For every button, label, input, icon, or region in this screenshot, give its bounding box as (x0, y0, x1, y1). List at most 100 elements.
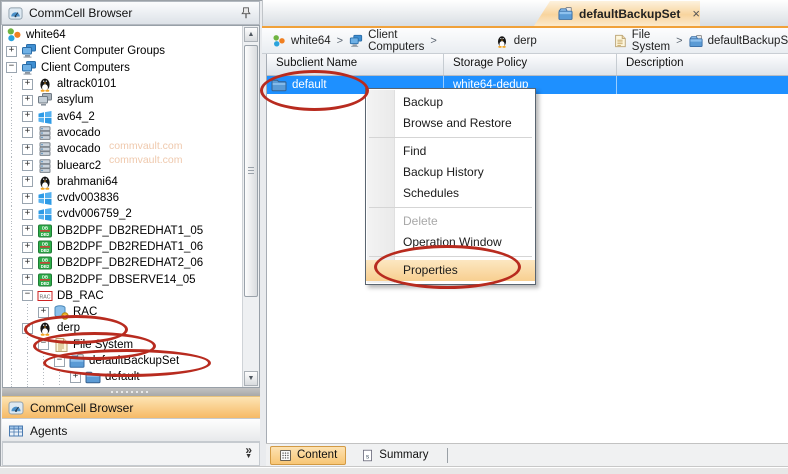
tree-guide-line (22, 353, 38, 369)
context-menu: BackupBrowse and Restore FindBackup Histo… (365, 88, 536, 285)
tree-item-db2dpf-dbserve14-05[interactable]: +DBDB2DB2DPF_DBSERVE14_05 (3, 271, 242, 287)
tree-item-rac[interactable]: + RAC (3, 304, 242, 320)
pin-icon[interactable] (239, 6, 253, 20)
collapse-icon[interactable]: − (22, 290, 33, 301)
tree-item-label: DB2DPF_DB2REDHAT2_06 (57, 257, 203, 269)
panel-overflow-area: » ▼ (2, 442, 260, 466)
column-header-description[interactable]: Description (617, 54, 788, 75)
tree-item-av64-2[interactable]: +av64_2 (3, 108, 242, 124)
breadcrumb-label: File System (632, 29, 670, 53)
collapse-icon[interactable]: − (6, 62, 17, 73)
breadcrumb-item-file-system[interactable]: File System (613, 29, 670, 53)
db2-icon: DBDB2 (37, 255, 53, 271)
tree-item-db2dpf-db2redhat1-06[interactable]: +DBDB2DB2DPF_DB2REDHAT1_06 (3, 239, 242, 255)
collapse-icon[interactable]: − (22, 323, 33, 334)
tree-item-file-system[interactable]: +File System (3, 386, 242, 387)
expand-icon[interactable]: + (22, 79, 33, 90)
tree-item-db2dpf-db2redhat2-06[interactable]: + DBDB2 DB2DPF_DB2REDHAT2_06 (3, 255, 242, 271)
tree-item-label: avocado (57, 143, 100, 155)
backupset-icon (558, 6, 573, 21)
view-tab-summary[interactable]: sSummary (352, 446, 437, 465)
tree-rows: white64 + Client Computer Groups −Client Co… (3, 27, 242, 387)
menu-item-operation-window[interactable]: Operation Window (366, 232, 535, 253)
menu-item-backup-history[interactable]: Backup History (366, 162, 535, 183)
expand-icon[interactable]: + (22, 127, 33, 138)
expand-icon[interactable]: + (22, 274, 33, 285)
breadcrumb-item-white64[interactable]: white64 (272, 34, 331, 48)
scrollbar-thumb[interactable] (244, 45, 258, 297)
expand-icon[interactable]: + (22, 209, 33, 220)
tree-guide-line (6, 76, 22, 92)
tree-item-label: Client Computer Groups (41, 45, 165, 57)
nav-button-commcell-browser[interactable]: CommCell Browser (2, 396, 260, 419)
column-header-storage-policy[interactable]: Storage Policy (444, 54, 617, 75)
tree-item-client-computers[interactable]: −Client Computers (3, 60, 242, 76)
menu-item-browse-and-restore[interactable]: Browse and Restore (366, 113, 535, 134)
expand-icon[interactable]: + (70, 372, 81, 383)
svg-text:DB2: DB2 (41, 248, 50, 253)
expand-icon[interactable]: + (22, 111, 33, 122)
tree-scrollbar[interactable]: ▲ ▼ (242, 26, 259, 387)
tree-item-db2dpf-db2redhat1-05[interactable]: +DBDB2DB2DPF_DB2REDHAT1_05 (3, 223, 242, 239)
menu-item-find[interactable]: Find (366, 141, 535, 162)
windows-icon (37, 190, 53, 206)
tree-item-default[interactable]: +default (3, 369, 242, 385)
tree-guide-line (6, 190, 22, 206)
svg-text:DB: DB (42, 274, 48, 279)
tree-guide-line (6, 337, 22, 353)
svg-text:DB: DB (42, 242, 48, 247)
collapse-icon[interactable]: − (54, 356, 65, 367)
tree-item-file-system[interactable]: −File System (3, 337, 242, 353)
linux-icon (37, 76, 53, 92)
panel-title: CommCell Browser (29, 6, 233, 20)
tree-item-derp[interactable]: −derp (3, 320, 242, 336)
tree-item-avocado[interactable]: + avocado (3, 141, 242, 157)
tree-item-client-computer-groups[interactable]: + Client Computer Groups (3, 43, 242, 59)
menu-item-backup[interactable]: Backup (366, 92, 535, 113)
expand-icon[interactable]: + (22, 95, 33, 106)
tree-item-white64[interactable]: white64 (3, 27, 242, 43)
tree-guide-line (6, 255, 22, 271)
collapse-icon[interactable]: − (38, 339, 49, 350)
menu-item-schedules[interactable]: Schedules (366, 183, 535, 204)
svg-text:DB2: DB2 (41, 264, 50, 269)
expand-icon[interactable]: + (22, 144, 33, 155)
nav-button-agents[interactable]: Agents (2, 419, 260, 442)
overflow-dropdown-icon[interactable]: ▼ (245, 453, 252, 460)
breadcrumb-item-derp[interactable]: derp (495, 34, 537, 48)
breadcrumb-item-defaultbackupset[interactable]: defaultBackupSet (689, 34, 788, 48)
tree-item-db-rac[interactable]: −RACDB_RAC (3, 288, 242, 304)
panel-splitter[interactable] (2, 388, 260, 396)
tree-item-cvdv003836[interactable]: +cvdv003836 (3, 190, 242, 206)
tree-guide-line (38, 353, 54, 369)
view-tab-label: Summary (379, 449, 428, 461)
expand-icon[interactable]: + (22, 242, 33, 253)
view-tab-content[interactable]: Content (270, 446, 346, 465)
tree-item-label: RAC (73, 306, 97, 318)
tree-item-avocado[interactable]: +avocado (3, 125, 242, 141)
tree-item-cvdv006759-2[interactable]: +cvdv006759_2 (3, 206, 242, 222)
expand-icon[interactable]: + (22, 225, 33, 236)
menu-item-properties[interactable]: Properties (366, 260, 535, 281)
expand-icon[interactable]: + (22, 258, 33, 269)
tree-item-brahmani64[interactable]: +brahmani64 (3, 174, 242, 190)
view-tabs: Content sSummary (266, 443, 788, 466)
tree-item-altrack0101[interactable]: +altrack0101 (3, 76, 242, 92)
computer-group-icon (21, 43, 37, 59)
tab-defaultbackupset[interactable]: defaultBackupSet × (534, 1, 700, 26)
tree-item-asylum[interactable]: +asylum (3, 92, 242, 108)
breadcrumb-item-client-computers[interactable]: Client Computers (349, 29, 424, 53)
tree-item-bluearc2[interactable]: +bluearc2 (3, 157, 242, 173)
column-header-subclient-name[interactable]: Subclient Name (267, 54, 444, 75)
expand-icon[interactable]: + (22, 193, 33, 204)
scroll-down-arrow-icon[interactable]: ▼ (244, 371, 258, 386)
tree-guide-line (22, 337, 38, 353)
expand-icon[interactable]: + (6, 46, 17, 57)
expand-icon[interactable]: + (22, 176, 33, 187)
backupset-icon (69, 353, 85, 369)
tree-item-defaultbackupset[interactable]: −defaultBackupSet (3, 353, 242, 369)
close-icon[interactable]: × (692, 9, 700, 19)
expand-icon[interactable]: + (22, 160, 33, 171)
scroll-up-arrow-icon[interactable]: ▲ (244, 27, 258, 42)
expand-icon[interactable]: + (38, 307, 49, 318)
